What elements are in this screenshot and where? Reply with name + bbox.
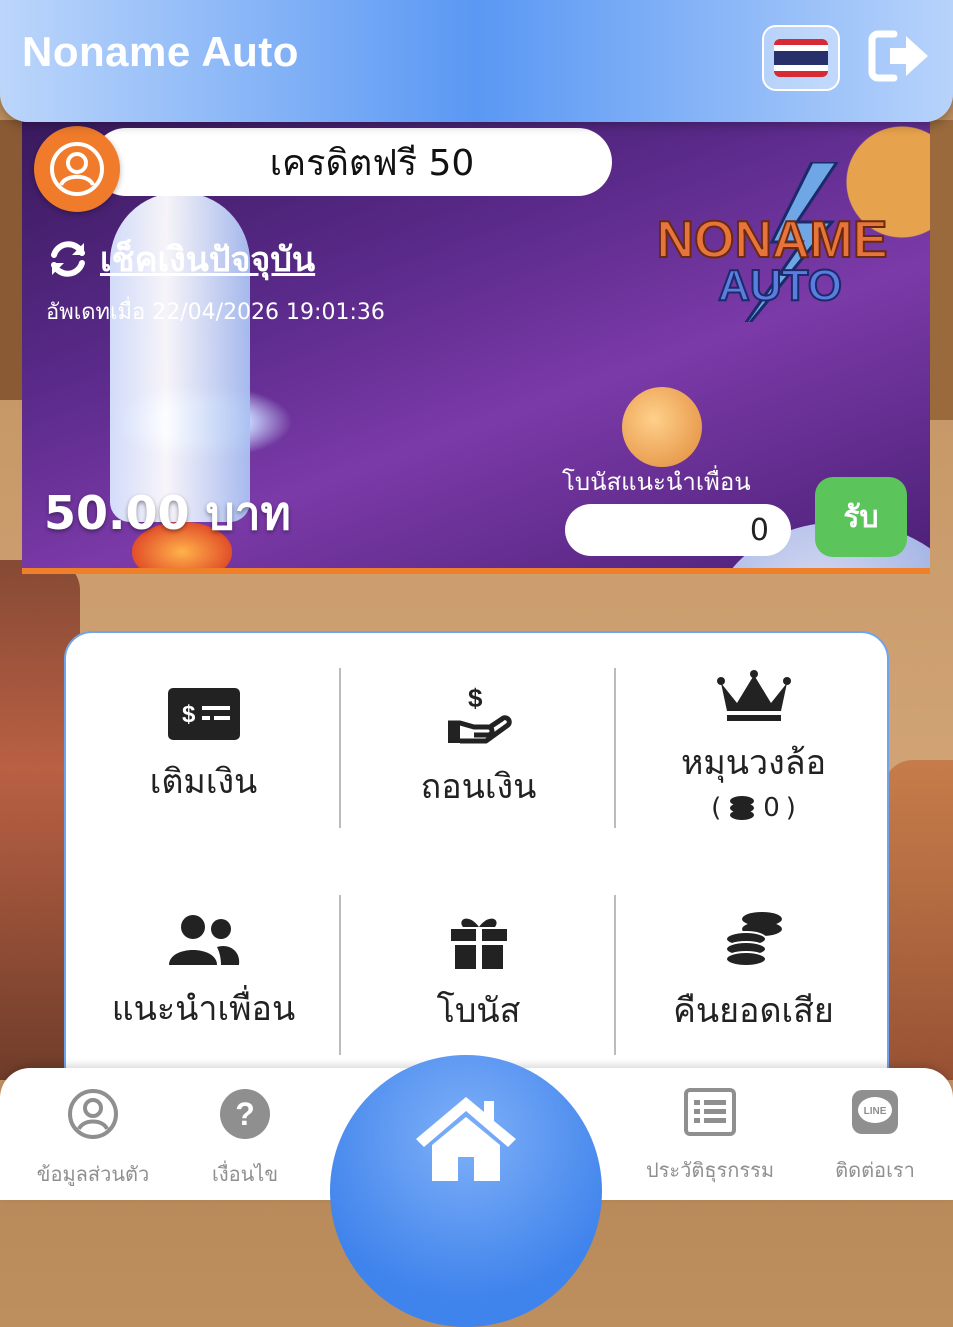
nav-terms-label: เงื่อนไข bbox=[211, 1162, 278, 1186]
coin-stack-icon bbox=[724, 912, 782, 967]
referral-bonus-field: 0 bbox=[565, 504, 791, 556]
deposit-button[interactable]: $ เติมเงิน bbox=[66, 688, 341, 888]
users-icon bbox=[168, 915, 239, 965]
money-bill-icon: $ bbox=[167, 688, 240, 740]
nav-history[interactable]: ประวัติธุรกรรม bbox=[635, 1088, 785, 1186]
svg-text:$: $ bbox=[468, 683, 483, 713]
refresh-icon bbox=[51, 241, 85, 277]
nav-history-label: ประวัติธุรกรรม bbox=[645, 1158, 775, 1182]
user-icon bbox=[50, 142, 104, 196]
nav-profile[interactable]: ข้อมูลส่วนตัว bbox=[18, 1088, 168, 1190]
coins-icon bbox=[730, 796, 755, 820]
nav-profile-label: ข้อมูลส่วนตัว bbox=[36, 1162, 150, 1186]
cashback-label: คืนยอดเสีย bbox=[673, 991, 834, 1031]
nav-contact[interactable]: LINE ติดต่อเรา bbox=[800, 1088, 950, 1186]
refer-friend-label: แนะนำเพื่อน bbox=[111, 989, 296, 1029]
claim-button[interactable]: รับ bbox=[815, 477, 907, 557]
nav-terms[interactable]: ? เงื่อนไข bbox=[170, 1088, 320, 1190]
home-button[interactable] bbox=[330, 1055, 602, 1327]
brand-logo-text-2: AUTO bbox=[718, 261, 842, 310]
logout-button[interactable] bbox=[868, 26, 932, 86]
svg-text:LINE: LINE bbox=[864, 1106, 887, 1117]
avatar[interactable] bbox=[34, 126, 120, 212]
menu-card: $ เติมเงิน $ ถอนเงิน หมุนวงล้อ (0) แนะ… bbox=[64, 631, 889, 1101]
nav-contact-label: ติดต่อเรา bbox=[835, 1158, 915, 1182]
background-person-right bbox=[883, 760, 953, 1080]
referral-bonus-value: 0 bbox=[749, 512, 769, 548]
account-banner: เครดิตฟรี 50 เช็คเงินปัจจุบัน อัพเดทเมื่… bbox=[22, 122, 930, 574]
user-circle-icon bbox=[68, 1089, 118, 1139]
list-icon bbox=[684, 1088, 736, 1136]
background-temple-right bbox=[929, 120, 953, 420]
promo-pill: เครดิตฟรี 50 bbox=[92, 128, 612, 196]
svg-text:$: $ bbox=[182, 701, 196, 728]
withdraw-button[interactable]: $ ถอนเงิน bbox=[341, 683, 616, 883]
check-balance-link[interactable]: เช็คเงินปัจจุบัน bbox=[46, 232, 315, 286]
balance-amount: 50.00 บาท bbox=[44, 486, 291, 540]
promo-label: เครดิตฟรี 50 bbox=[269, 142, 475, 184]
brand-logo: NONAME AUTO bbox=[655, 162, 889, 322]
thailand-flag-icon bbox=[774, 39, 828, 77]
wheel-label: หมุนวงล้อ bbox=[680, 743, 826, 783]
question-circle-icon: ? bbox=[220, 1089, 270, 1139]
logout-icon bbox=[868, 30, 928, 82]
line-chat-icon: LINE bbox=[852, 1090, 898, 1134]
referral-bonus-label: โบนัสแนะนำเพื่อน bbox=[562, 468, 751, 496]
app-title: Noname Auto bbox=[22, 28, 299, 75]
bonus-label: โบนัส bbox=[436, 991, 521, 1031]
moon-illustration bbox=[622, 387, 702, 467]
top-header: Noname Auto bbox=[0, 0, 953, 122]
svg-text:?: ? bbox=[235, 1096, 255, 1132]
wheel-button[interactable]: หมุนวงล้อ ( 0 ) bbox=[616, 669, 891, 869]
background-temple-left bbox=[0, 120, 24, 400]
deposit-label: เติมเงิน bbox=[149, 762, 258, 802]
wheel-coin-count: ( 0 ) bbox=[711, 793, 796, 823]
wheel-coin-value: 0 bbox=[763, 793, 780, 823]
home-icon bbox=[416, 1097, 516, 1181]
hand-money-icon: $ bbox=[447, 683, 512, 744]
updated-timestamp: อัพเดทเมื่อ 22/04/2026 19:01:36 bbox=[46, 300, 385, 325]
gift-icon bbox=[450, 918, 507, 969]
crown-icon bbox=[716, 670, 791, 721]
language-button[interactable] bbox=[762, 25, 840, 91]
withdraw-label: ถอนเงิน bbox=[420, 767, 537, 807]
check-balance-label: เช็คเงินปัจจุบัน bbox=[100, 240, 316, 280]
